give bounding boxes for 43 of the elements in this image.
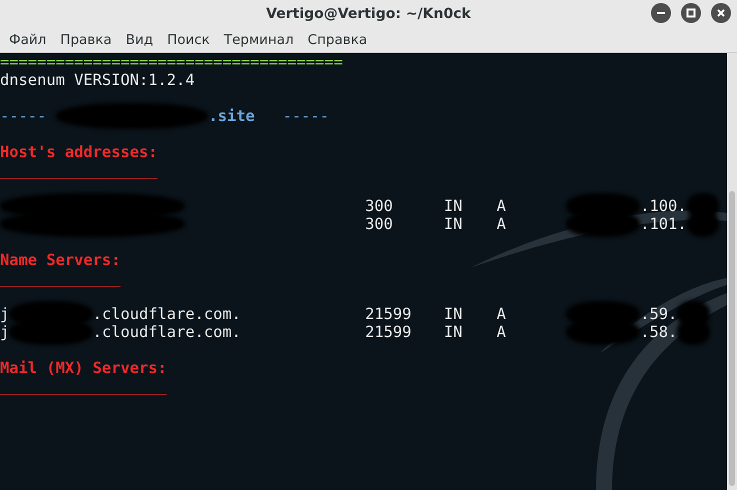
heading-underline: __________________ (0, 377, 167, 395)
ip-address: .100. (640, 197, 687, 215)
section-heading: Mail (MX) Servers: (0, 359, 167, 377)
dash-text: ----- (282, 107, 329, 125)
maximize-button[interactable] (681, 3, 701, 23)
separator-text: ===================================== (0, 53, 343, 71)
menu-item[interactable]: Справка (300, 32, 374, 48)
ip-address: .101. (640, 215, 687, 233)
menu-item[interactable]: Правка (53, 32, 119, 48)
ttl-value: 300 (365, 215, 393, 233)
menu-item[interactable]: Поиск (160, 32, 217, 48)
minimize-button[interactable] (651, 3, 671, 23)
record-class: IN (444, 305, 462, 323)
menu-item[interactable]: Терминал (216, 32, 301, 48)
host-name: .cloudflare.com. (92, 305, 241, 323)
close-icon (716, 8, 726, 18)
menu-item[interactable]: Вид (118, 32, 160, 48)
menu-item[interactable]: Файл (2, 32, 54, 48)
dash-text: ----- (0, 107, 46, 125)
window-title: Vertigo@Vertigo: ~/Kn0ck (266, 6, 471, 22)
ip-address: .58. (640, 323, 678, 341)
ttl-value: 21599 (365, 323, 412, 341)
record-class: IN (444, 197, 462, 215)
version-text: dnsenum VERSION:1.2.4 (0, 71, 195, 89)
record-class: IN (444, 215, 462, 233)
record-type: A (496, 305, 506, 323)
section-heading: Name Servers: (0, 251, 120, 269)
record-type: A (496, 197, 506, 215)
domain-text: .site (208, 107, 255, 125)
maximize-icon (686, 8, 696, 18)
heading-underline: _____________ (0, 269, 120, 287)
host-name: .cloudflare.com. (92, 323, 241, 341)
heading-underline: _________________ (0, 161, 158, 179)
close-button[interactable] (711, 3, 731, 23)
section-heading: Host's addresses: (0, 143, 158, 161)
host-name: j (0, 323, 10, 341)
ttl-value: 21599 (365, 305, 412, 323)
record-type: A (496, 323, 506, 341)
ip-address: .59. (640, 305, 678, 323)
record-class: IN (444, 323, 462, 341)
host-name: j (0, 305, 10, 323)
record-type: A (496, 215, 506, 233)
ttl-value: 300 (365, 197, 393, 215)
